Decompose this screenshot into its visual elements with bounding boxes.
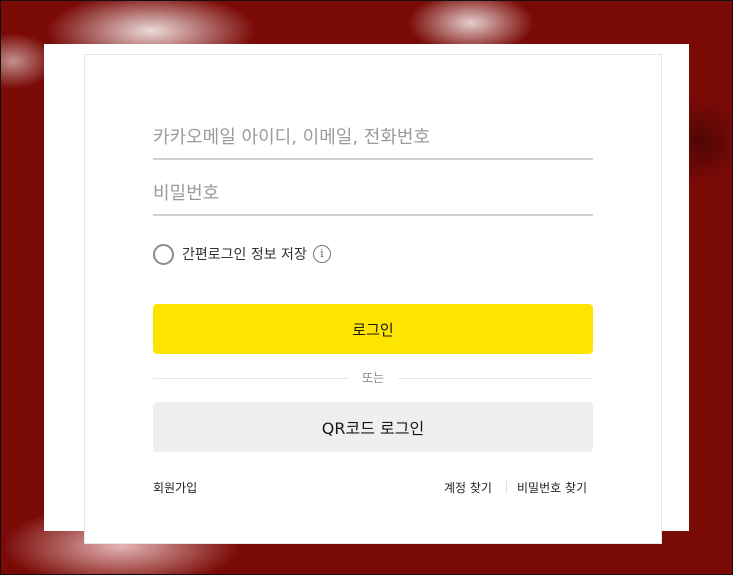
divider-line-right	[398, 378, 593, 379]
find-account-link[interactable]: 계정 찾기	[444, 479, 492, 496]
keep-login-label: 간편로그인 정보 저장	[182, 247, 307, 263]
keep-login-option[interactable]: 간편로그인 정보 저장 i	[153, 243, 331, 265]
id-field	[153, 116, 593, 160]
signup-link[interactable]: 회원가입	[153, 479, 197, 496]
keep-login-radio[interactable]	[153, 243, 174, 265]
find-password-link[interactable]: 비밀번호 찾기	[517, 479, 587, 496]
info-icon[interactable]: i	[312, 245, 331, 263]
login-button[interactable]: 로그인	[153, 304, 593, 354]
qr-login-button[interactable]: QR코드 로그인	[153, 402, 593, 452]
or-divider: 또는	[153, 370, 593, 386]
password-field	[153, 172, 593, 216]
id-input[interactable]	[153, 116, 593, 158]
link-separator	[506, 481, 507, 493]
password-input[interactable]	[153, 172, 593, 214]
